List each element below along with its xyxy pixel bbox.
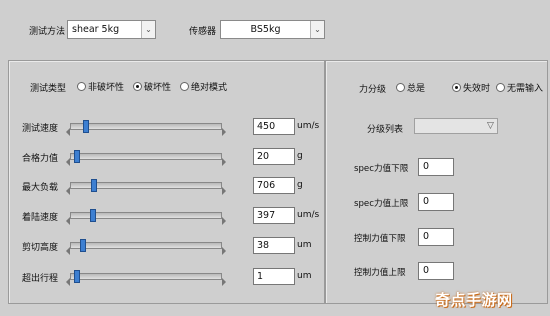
radio-label: 总是 [407, 84, 426, 94]
grade-list-label: 分级列表 [367, 125, 404, 135]
param-unit: um [297, 271, 312, 281]
param-unit: um/s [297, 210, 320, 220]
radio-indicator [77, 82, 86, 91]
slider-left-arrow-icon[interactable] [66, 278, 70, 286]
radio-indicator [396, 83, 405, 92]
radio-label: 失效时 [463, 84, 491, 94]
chevron-down-icon[interactable]: ⌄ [310, 21, 324, 38]
radio-indicator [452, 83, 461, 92]
slider-right-arrow-icon[interactable] [222, 278, 226, 286]
slider-left-arrow-icon[interactable] [66, 187, 70, 195]
test-method-select[interactable]: shear 5kg ⌄ [67, 20, 156, 39]
param-slider[interactable] [66, 270, 226, 286]
triangle-down-icon[interactable]: ▽ [484, 119, 497, 133]
slider-thumb[interactable] [74, 150, 80, 163]
radio-indicator [496, 83, 505, 92]
slider-left-arrow-icon[interactable] [66, 158, 70, 166]
param-slider[interactable] [66, 120, 226, 136]
sensor-select[interactable]: BS5kg ⌄ [220, 20, 325, 39]
param-value-input[interactable]: 397 [253, 207, 295, 224]
slider-right-arrow-icon[interactable] [222, 158, 226, 166]
slider-thumb[interactable] [91, 179, 97, 192]
param-row: 合格力值 [18, 148, 226, 166]
slider-thumb[interactable] [83, 120, 89, 133]
param-value-input[interactable]: 1 [253, 268, 295, 285]
test-method-value: shear 5kg [72, 24, 120, 35]
sensor-label: 传感器 [189, 27, 217, 37]
slider-right-arrow-icon[interactable] [222, 247, 226, 255]
param-slider[interactable] [66, 179, 226, 195]
param-row: 测试速度 [18, 118, 226, 136]
slider-left-arrow-icon[interactable] [66, 217, 70, 225]
param-label: 最大负载 [22, 183, 59, 193]
radio-indicator [133, 82, 142, 91]
param-unit: g [297, 180, 303, 190]
slider-left-arrow-icon[interactable] [66, 247, 70, 255]
radio-label: 破坏性 [144, 83, 172, 93]
param-value-input[interactable]: 38 [253, 237, 295, 254]
force-limit-input[interactable]: 0 [418, 262, 454, 280]
force-limit-input[interactable]: 0 [418, 193, 454, 211]
radio-no-input[interactable]: 无需输入 [496, 81, 543, 94]
param-value-input[interactable]: 20 [253, 148, 295, 165]
param-slider[interactable] [66, 239, 226, 255]
radio-non-destructive[interactable]: 非破坏性 [77, 80, 124, 93]
force-limit-label: 控制力值下限 [354, 234, 406, 244]
param-row: 超出行程 [18, 268, 226, 286]
param-slider[interactable] [66, 209, 226, 225]
slider-thumb[interactable] [90, 209, 96, 222]
radio-label: 绝对模式 [191, 83, 228, 93]
param-unit: g [297, 151, 303, 161]
param-row: 最大负载 [18, 177, 226, 195]
param-slider[interactable] [66, 150, 226, 166]
radio-on-failure[interactable]: 失效时 [452, 81, 490, 94]
slider-thumb[interactable] [80, 239, 86, 252]
force-limit-label: spec力值上限 [354, 199, 409, 209]
force-limit-label: spec力值下限 [354, 164, 409, 174]
chevron-down-icon[interactable]: ⌄ [141, 21, 155, 38]
force-limit-input[interactable]: 0 [418, 228, 454, 246]
radio-label: 无需输入 [507, 84, 544, 94]
param-unit: um/s [297, 121, 320, 131]
force-limit-input[interactable]: 0 [418, 158, 454, 176]
param-value-input[interactable]: 450 [253, 118, 295, 135]
slider-right-arrow-icon[interactable] [222, 128, 226, 136]
force-limit-label: 控制力值上限 [354, 268, 406, 278]
param-label: 超出行程 [22, 274, 59, 284]
slider-left-arrow-icon[interactable] [66, 128, 70, 136]
param-unit: um [297, 240, 312, 250]
param-label: 着陆速度 [22, 213, 59, 223]
test-type-label: 测试类型 [30, 84, 67, 94]
radio-indicator [180, 82, 189, 91]
force-grading-label: 力分级 [359, 85, 387, 95]
radio-absolute-mode[interactable]: 绝对模式 [180, 80, 227, 93]
radio-label: 非破坏性 [88, 83, 125, 93]
param-label: 测试速度 [22, 124, 59, 134]
param-row: 剪切高度 [18, 237, 226, 255]
param-value-input[interactable]: 706 [253, 177, 295, 194]
slider-right-arrow-icon[interactable] [222, 187, 226, 195]
param-label: 剪切高度 [22, 243, 59, 253]
param-row: 着陆速度 [18, 207, 226, 225]
test-method-label: 测试方法 [29, 27, 66, 37]
watermark-logo: 奇点手游网 [435, 291, 513, 309]
sensor-value: BS5kg [250, 24, 281, 35]
radio-always[interactable]: 总是 [396, 81, 425, 94]
slider-right-arrow-icon[interactable] [222, 217, 226, 225]
param-label: 合格力值 [22, 154, 59, 164]
slider-thumb[interactable] [74, 270, 80, 283]
grade-list-select[interactable]: ▽ [414, 118, 498, 134]
radio-destructive[interactable]: 破坏性 [133, 80, 171, 93]
